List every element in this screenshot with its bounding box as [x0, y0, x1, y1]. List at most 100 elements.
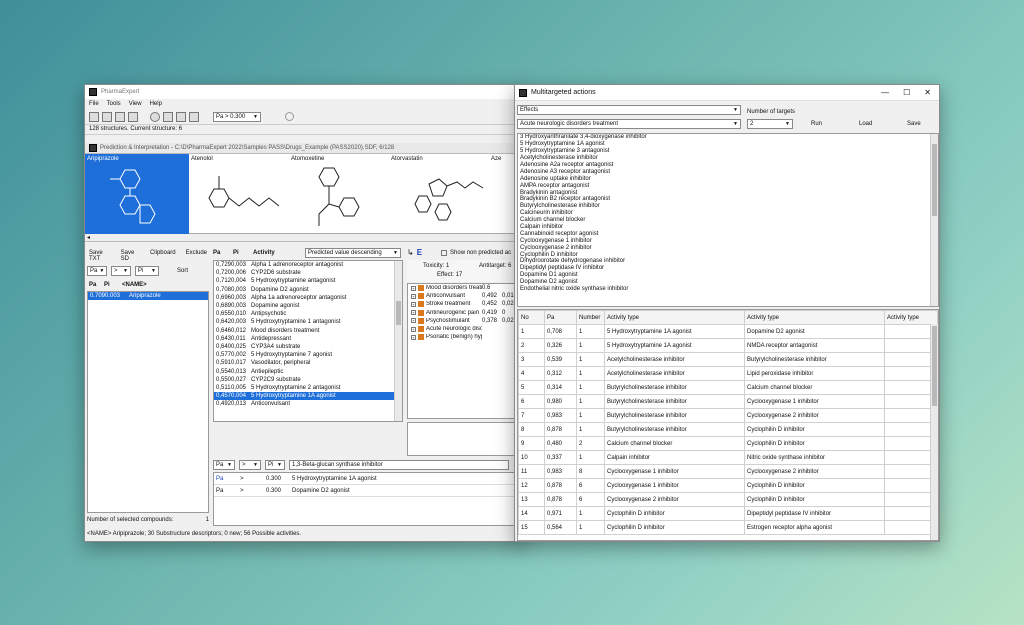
target-item[interactable]: Adenosine A2a receptor antagonist [520, 162, 938, 169]
target-item[interactable]: Cyclooxygenase 1 inhibitor [520, 237, 938, 244]
activity-row[interactable]: 0,457 0,004 5 Hydroxytryptamine 1A agonist [214, 392, 402, 401]
effects-combo[interactable]: Effects ▼ [517, 105, 741, 115]
target-item[interactable]: Bradykinin antagonist [520, 189, 938, 196]
load-button[interactable]: Load [859, 121, 872, 127]
show-non-predicted-checkbox[interactable] [441, 249, 448, 256]
table-row[interactable]: 7 0,983 1 Butyrylcholinesterase inhibitor Cy… [518, 408, 938, 423]
table-row[interactable]: 5 0,314 1 Butyrylcholinesterase inhibitor Ca… [518, 380, 938, 395]
target-item[interactable]: 5 Hydroxytryptamine 3 antagonist [520, 148, 938, 155]
structure-card-atorvastatin[interactable]: Atorvastatin [389, 154, 489, 234]
structure-card-atenolol[interactable]: Atenolol [189, 154, 289, 234]
network-icon[interactable] [163, 111, 173, 122]
menu-tools[interactable]: Tools [107, 101, 121, 107]
table-row[interactable]: 8 0,878 1 Butyrylcholinesterase inhibitor Cy… [518, 422, 938, 437]
menu-file[interactable]: File [89, 101, 99, 107]
col-activity-type-2[interactable]: Activity type [744, 310, 885, 325]
table-row[interactable]: 11 0,983 8 Cyclooxygenase 1 inhibitor Cycloo… [518, 464, 938, 479]
expand-icon[interactable]: + [411, 301, 416, 307]
chart-icon[interactable] [115, 111, 125, 122]
save-txt-button[interactable]: Save TXT [87, 250, 113, 262]
activity-row[interactable]: 0,640 0,025 CYP3A4 substrate [214, 343, 402, 351]
sort-button[interactable]: Sort [177, 268, 188, 274]
table-row[interactable]: 4 0,312 1 Acetylcholinesterase inhibitor Lip… [518, 366, 938, 381]
bottom-filter-row[interactable]: Pa > 0.300 5 Hydroxytryptamine 1A agonis… [214, 473, 523, 485]
activity-row[interactable]: 0,712 0,004 5 Hydroxytryptamine antagonist [214, 277, 402, 285]
bottom-pi-select[interactable]: Pi ▼ [265, 460, 285, 470]
target-item[interactable]: Bradykinin B2 receptor antagonist [520, 196, 938, 203]
target-item[interactable]: Adenosine A3 receptor antagonist [520, 168, 938, 175]
exclude-button[interactable]: Exclude [184, 250, 209, 262]
activity-row[interactable]: 0,554 0,013 Antiepileptic [214, 367, 402, 375]
activity-row[interactable]: 0,689 0,003 Dopamine agonist [214, 302, 402, 310]
target-item[interactable]: Dopamine D1 agonist [520, 272, 938, 279]
col-number[interactable]: Number [576, 310, 605, 325]
expand-icon[interactable]: + [411, 293, 416, 299]
effect-tree-item[interactable]: + Antineurogenic pain 0,419 0 [408, 309, 523, 317]
bottom-operator-select[interactable]: > ▼ [239, 460, 261, 470]
target-item[interactable]: 3 Hydroxyanthranilate 3,4-dioxygenase in… [520, 134, 938, 141]
activity-row[interactable]: 0,646 0,012 Mood disorders treatment [214, 327, 402, 335]
pa-select[interactable]: Pa ▼ [87, 266, 107, 276]
menu-view[interactable]: View [129, 101, 142, 107]
table-icon[interactable] [102, 111, 112, 122]
activity-row[interactable]: 0,655 0,010 Antipsychotic [214, 310, 402, 318]
activity-row[interactable]: 0,511 0,005 5 Hydroxytryptamine 2 antagoni… [214, 384, 402, 392]
structure-card-aripiprazole[interactable]: Aripiprazole [85, 154, 189, 234]
target-item[interactable]: Dihydroorotate dehydrogenase inhibitor [520, 258, 938, 265]
minimize-icon[interactable]: — [881, 88, 889, 97]
scroll-thumb[interactable] [396, 301, 401, 325]
activity-scrollbar[interactable] [394, 261, 402, 421]
table-row[interactable]: 14 0,971 1 Cyclophilin D inhibitor Dipeptidy… [518, 506, 938, 521]
effect-tree-item[interactable]: + Psychostimulant 0,378 0,02 [408, 317, 523, 325]
col-pa[interactable]: Pa [544, 310, 577, 325]
target-item[interactable]: Cyclophilin D inhibitor [520, 251, 938, 258]
activity-row[interactable]: 0,591 0,017 Vasodilator, peripheral [214, 359, 402, 367]
bottom-pa-select[interactable]: Pa ▼ [213, 460, 235, 470]
pathway-icon[interactable] [189, 111, 199, 122]
tools-icon[interactable] [176, 111, 186, 122]
target-item[interactable]: Cannabinoid receptor agonist [520, 230, 938, 237]
target-item[interactable]: Endothelial nitric oxide synthase inhibi… [520, 286, 938, 293]
target-item[interactable]: Calcineurin inhibitor [520, 210, 938, 217]
molecule-icon[interactable] [150, 111, 160, 122]
structure-card-atomoxetine[interactable]: Atomoxetine [289, 154, 389, 234]
table-row[interactable]: 1 0,708 1 5 Hydroxytryptamine 1A agonist Dop… [518, 324, 938, 339]
activity-row[interactable]: 0,708 0,003 Dopamine D2 agonist [214, 286, 402, 294]
target-item[interactable]: 5 Hydroxytryptamine 1A agonist [520, 141, 938, 148]
sort-mode-combo[interactable]: Predicted value descending ▼ [305, 248, 401, 258]
effect-tree-item[interactable]: + Acute neurologic disorders tre [408, 325, 523, 333]
bottom-filter-row[interactable]: Pa > 0.300 Dopamine D2 agonist [214, 485, 523, 497]
close-icon[interactable]: ✕ [924, 88, 931, 97]
save-button[interactable]: Save [907, 121, 921, 127]
table-row[interactable]: 10 0,337 1 Calpain inhibitor Nitric oxide sy… [518, 450, 938, 465]
table-row[interactable]: 12 0,878 6 Cyclooxygenase 1 inhibitor Cyclop… [518, 478, 938, 493]
refresh-icon[interactable] [285, 112, 294, 121]
table-row[interactable]: 15 0,564 1 Cyclophilin D inhibitor Estrogen … [518, 520, 938, 535]
clipboard-button[interactable]: Clipboard [148, 250, 178, 262]
pointer-icon[interactable]: ↳ [407, 248, 414, 257]
target-item[interactable]: Calpain inhibitor [520, 224, 938, 231]
table-row[interactable]: 9 0,480 2 Calcium channel blocker Cyclophili… [518, 436, 938, 451]
target-item[interactable]: Adenosine uptake inhibitor [520, 175, 938, 182]
activity-row[interactable]: 0,720 0,006 CYP2D6 substrate [214, 269, 402, 277]
target-item[interactable]: AMPA receptor antagonist [520, 182, 938, 189]
col-no[interactable]: No [518, 310, 545, 325]
e-icon[interactable]: E [417, 248, 422, 257]
activity-row[interactable]: 0,642 0,003 5 Hydroxytryptamine 1 antagoni… [214, 318, 402, 326]
save-sd-button[interactable]: Save SD [119, 250, 142, 262]
table-row[interactable]: 2 0,326 1 5 Hydroxytryptamine 1A agonist NMD… [518, 338, 938, 353]
target-item[interactable]: Butyrylcholinesterase inhibitor [520, 203, 938, 210]
selected-effect-combo[interactable]: Acute neurologic disorders treatment ▼ [517, 119, 741, 129]
targets-scrollbar[interactable] [930, 134, 938, 306]
expand-icon[interactable]: + [411, 326, 416, 332]
expand-icon[interactable]: + [411, 310, 416, 316]
run-button[interactable]: Run [811, 121, 822, 127]
expand-icon[interactable]: + [411, 318, 416, 324]
results-scrollbar[interactable] [930, 324, 938, 540]
effect-tree-item[interactable]: + Mood disorders treatment0.6 [408, 284, 523, 292]
activity-row[interactable]: 0,492 0,013 Anticonvulsant [214, 400, 402, 408]
menu-help[interactable]: Help [150, 101, 162, 107]
expand-icon[interactable]: + [411, 334, 416, 340]
target-item[interactable]: Acetylcholinesterase inhibitor [520, 155, 938, 162]
table-row[interactable]: 6 0,980 1 Butyrylcholinesterase inhibitor Cy… [518, 394, 938, 409]
